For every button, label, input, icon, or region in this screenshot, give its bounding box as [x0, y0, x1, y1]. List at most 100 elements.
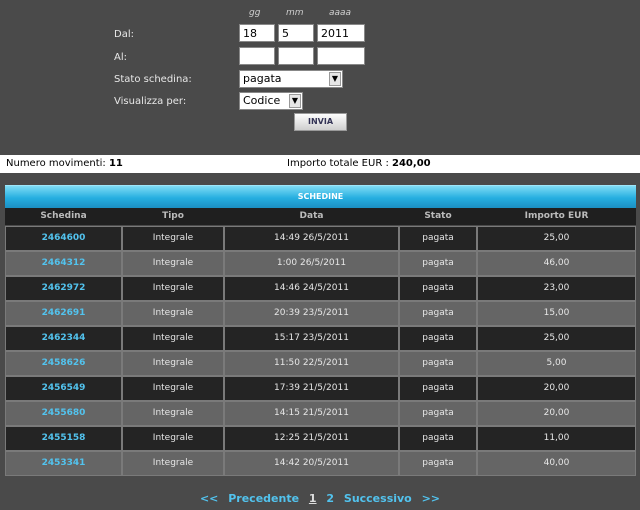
importo-cell: 5,00 — [477, 351, 636, 376]
table-body: 2464600 Integrale 14:49 26/5/2011 pagata… — [5, 226, 636, 476]
schedina-link[interactable]: 2455680 — [5, 401, 122, 426]
data-cell: 1:00 26/5/2011 — [224, 251, 399, 276]
importo-cell: 20,00 — [477, 376, 636, 401]
al-year-input[interactable] — [317, 47, 365, 65]
schedina-link[interactable]: 2462972 — [5, 276, 122, 301]
first-page-link[interactable]: << — [200, 492, 218, 505]
importo-cell: 46,00 — [477, 251, 636, 276]
data-cell: 14:49 26/5/2011 — [224, 226, 399, 251]
stato-cell: pagata — [399, 226, 477, 251]
stato-cell: pagata — [399, 276, 477, 301]
data-cell: 14:46 24/5/2011 — [224, 276, 399, 301]
col-header-importo: Importo EUR — [524, 211, 589, 221]
summary-bar: Numero movimenti: 11 Importo totale EUR … — [0, 155, 640, 173]
tipo-cell: Integrale — [122, 276, 224, 301]
table-title: SCHEDINE — [5, 185, 636, 208]
dal-month-input[interactable] — [278, 24, 314, 42]
schedina-link[interactable]: 2464312 — [5, 251, 122, 276]
schedina-link[interactable]: 2462344 — [5, 326, 122, 351]
stato-selected-value: pagata — [243, 72, 282, 85]
tipo-cell: Integrale — [122, 226, 224, 251]
tipo-cell: Integrale — [122, 326, 224, 351]
schedina-link[interactable]: 2458626 — [5, 351, 122, 376]
next-page-link[interactable]: Successivo — [344, 492, 412, 505]
movimenti-label: Numero movimenti: — [6, 158, 106, 169]
dal-day-input[interactable] — [239, 24, 275, 42]
last-page-link[interactable]: >> — [422, 492, 440, 505]
importo-cell: 25,00 — [477, 326, 636, 351]
data-cell: 11:50 22/5/2011 — [224, 351, 399, 376]
data-cell: 12:25 21/5/2011 — [224, 426, 399, 451]
visualizza-selected-value: Codice — [243, 94, 281, 107]
prev-page-link[interactable]: Precedente — [228, 492, 299, 505]
month-header: mm — [286, 8, 304, 18]
importo-value: 240,00 — [392, 158, 431, 169]
table-header: Schedina Tipo Data Stato Importo EUR — [5, 208, 636, 225]
importo-total: Importo totale EUR : 240,00 — [287, 158, 431, 169]
day-header: gg — [249, 8, 261, 18]
table-row: 2462972 Integrale 14:46 24/5/2011 pagata… — [5, 276, 636, 301]
al-day-input[interactable] — [239, 47, 275, 65]
data-cell: 17:39 21/5/2011 — [224, 376, 399, 401]
al-label: Al: — [114, 52, 127, 63]
col-header-data: Data — [299, 211, 324, 221]
stato-label: Stato schedina: — [114, 74, 192, 85]
page-link-2[interactable]: 2 — [326, 492, 334, 505]
submit-button[interactable]: INVIA — [294, 113, 347, 131]
dropdown-arrow-icon[interactable]: ▼ — [329, 72, 341, 86]
stato-select[interactable]: pagata ▼ — [239, 70, 343, 88]
table-row: 2464600 Integrale 14:49 26/5/2011 pagata… — [5, 226, 636, 251]
table-row: 2458626 Integrale 11:50 22/5/2011 pagata… — [5, 351, 636, 376]
data-cell: 14:42 20/5/2011 — [224, 451, 399, 476]
data-cell: 14:15 21/5/2011 — [224, 401, 399, 426]
table-row: 2453341 Integrale 14:42 20/5/2011 pagata… — [5, 451, 636, 476]
stato-cell: pagata — [399, 401, 477, 426]
table-row: 2456549 Integrale 17:39 21/5/2011 pagata… — [5, 376, 636, 401]
stato-cell: pagata — [399, 451, 477, 476]
importo-cell: 15,00 — [477, 301, 636, 326]
year-header: aaaa — [329, 8, 352, 18]
dal-label: Dal: — [114, 29, 134, 40]
tipo-cell: Integrale — [122, 301, 224, 326]
importo-cell: 25,00 — [477, 226, 636, 251]
data-cell: 20:39 23/5/2011 — [224, 301, 399, 326]
table-row: 2462344 Integrale 15:17 23/5/2011 pagata… — [5, 326, 636, 351]
pagination: << Precedente 1 2 Successivo >> — [0, 492, 640, 505]
tipo-cell: Integrale — [122, 401, 224, 426]
schedina-link[interactable]: 2462691 — [5, 301, 122, 326]
dropdown-arrow-icon[interactable]: ▼ — [289, 94, 301, 108]
schedina-link[interactable]: 2456549 — [5, 376, 122, 401]
schedina-link[interactable]: 2453341 — [5, 451, 122, 476]
tipo-cell: Integrale — [122, 376, 224, 401]
stato-cell: pagata — [399, 301, 477, 326]
tipo-cell: Integrale — [122, 351, 224, 376]
table-row: 2455680 Integrale 14:15 21/5/2011 pagata… — [5, 401, 636, 426]
tipo-cell: Integrale — [122, 251, 224, 276]
importo-label: Importo totale EUR : — [287, 158, 389, 169]
visualizza-label: Visualizza per: — [114, 96, 187, 107]
stato-cell: pagata — [399, 351, 477, 376]
importo-cell: 23,00 — [477, 276, 636, 301]
al-month-input[interactable] — [278, 47, 314, 65]
tipo-cell: Integrale — [122, 451, 224, 476]
dal-year-input[interactable] — [317, 24, 365, 42]
stato-cell: pagata — [399, 326, 477, 351]
table-row: 2455158 Integrale 12:25 21/5/2011 pagata… — [5, 426, 636, 451]
stato-cell: pagata — [399, 251, 477, 276]
col-header-stato: Stato — [424, 211, 452, 221]
tipo-cell: Integrale — [122, 426, 224, 451]
visualizza-select[interactable]: Codice ▼ — [239, 92, 303, 110]
importo-cell: 11,00 — [477, 426, 636, 451]
importo-cell: 20,00 — [477, 401, 636, 426]
schedina-link[interactable]: 2455158 — [5, 426, 122, 451]
data-cell: 15:17 23/5/2011 — [224, 326, 399, 351]
stato-cell: pagata — [399, 376, 477, 401]
schedina-link[interactable]: 2464600 — [5, 226, 122, 251]
table-row: 2462691 Integrale 20:39 23/5/2011 pagata… — [5, 301, 636, 326]
table-row: 2464312 Integrale 1:00 26/5/2011 pagata … — [5, 251, 636, 276]
page-link-1[interactable]: 1 — [309, 492, 317, 505]
filter-form: gg mm aaaa Dal: Al: Stato schedina: paga… — [0, 0, 640, 150]
movimenti-count: Numero movimenti: 11 — [6, 158, 123, 169]
movimenti-value: 11 — [108, 158, 123, 169]
col-header-tipo: Tipo — [162, 211, 184, 221]
